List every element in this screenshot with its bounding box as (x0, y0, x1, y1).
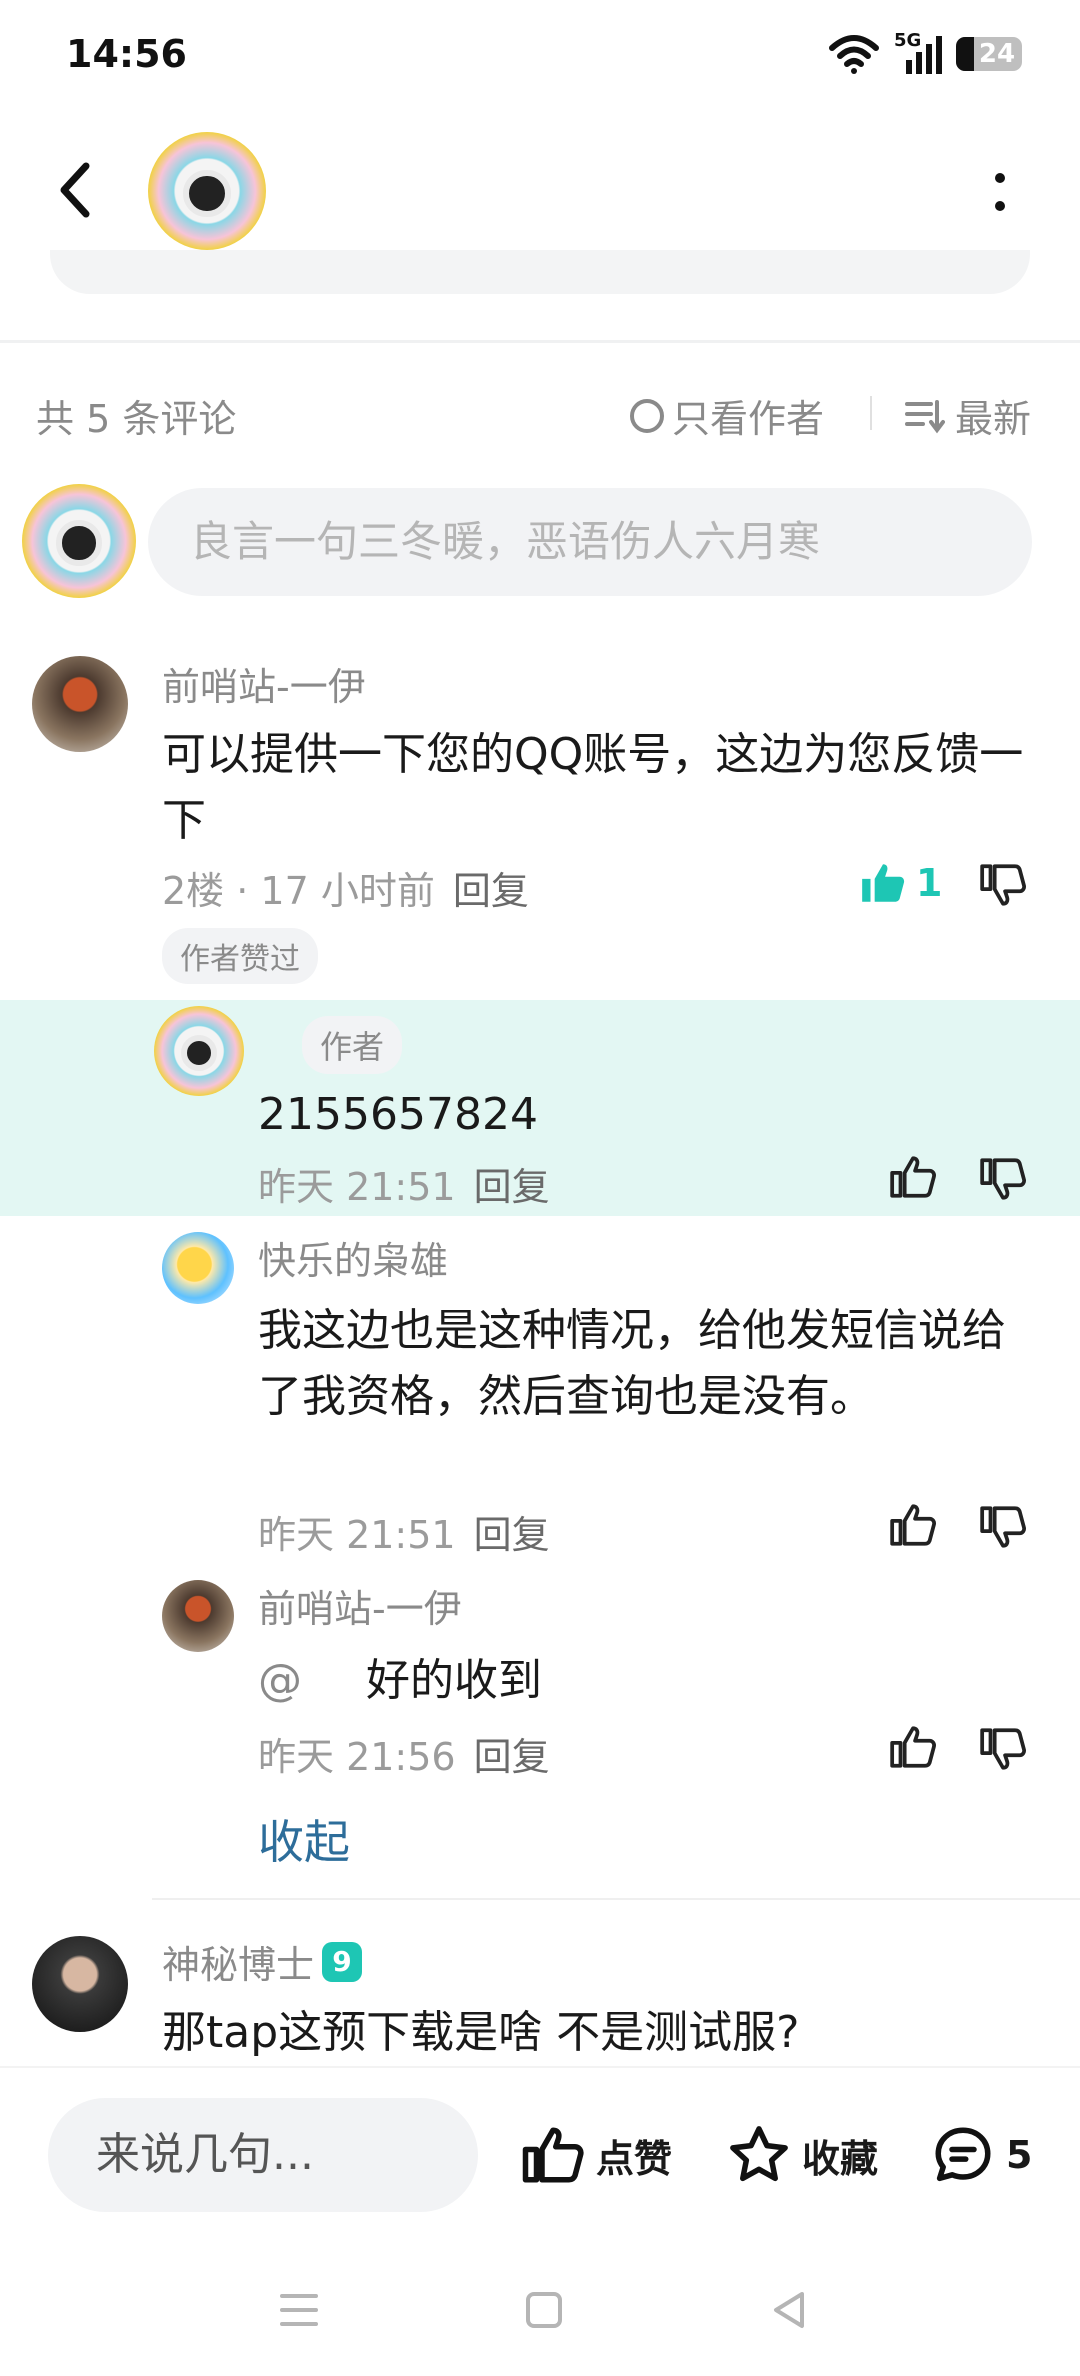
avatar[interactable] (162, 1580, 234, 1652)
divider (0, 340, 1080, 343)
bottom-comment-input[interactable]: 来说几句... (48, 2098, 478, 2212)
status-icons: 5G 24 (828, 30, 1022, 74)
chevron-left-icon[interactable] (56, 160, 96, 220)
reply-meta: 昨天 21:56 回复 (258, 1726, 550, 1781)
favorite-label: 收藏 (802, 2136, 879, 2181)
reply-button[interactable]: 回复 (453, 869, 529, 913)
reply-button[interactable]: 回复 (474, 1513, 550, 1557)
collapse-replies-button[interactable]: 收起 (258, 1806, 350, 1872)
thumbs-down-icon[interactable] (978, 1502, 1028, 1552)
like-button[interactable]: 1 (858, 858, 942, 908)
comment-username-text: 神秘博士 (162, 1943, 315, 1987)
reply-meta: 昨天 21:51 回复 (258, 1156, 550, 1211)
reply-text: 我这边也是这种情况，给他发短信说给了我资格，然后查询也是没有。 (258, 1305, 1006, 1422)
level-badge: 9 (322, 1941, 363, 1982)
mention[interactable]: @ (258, 1655, 302, 1706)
battery-icon: 24 (956, 37, 1022, 71)
reply-button[interactable]: 回复 (474, 1165, 550, 1209)
thumbs-up-icon (522, 2127, 584, 2183)
wifi-icon (829, 35, 879, 74)
star-icon (730, 2126, 788, 2182)
signal-icon: 5G (894, 30, 942, 74)
thumbs-up-icon[interactable] (888, 1152, 938, 1202)
comment-username[interactable]: 神秘博士 9 (162, 1934, 363, 1989)
status-time: 14:56 (66, 32, 187, 76)
reply-text: 2155657824 (258, 1089, 538, 1140)
only-author-label: 只看作者 (672, 397, 825, 441)
reply-text: @ 好的收到 (258, 1648, 542, 1714)
battery-level: 24 (978, 39, 1016, 69)
comment-meta: 2楼 · 17 小时前 回复 (162, 860, 529, 915)
like-count: 1 (916, 861, 943, 905)
home-icon[interactable] (524, 2290, 564, 2330)
reply-username[interactable]: 前哨站-一伊 (258, 1578, 462, 1633)
reply-time: 昨天 21:56 (258, 1735, 456, 1779)
reply-time: 昨天 21:51 (258, 1165, 456, 1209)
author-liked-badge: 作者赞过 (162, 928, 318, 984)
reply-username[interactable]: 快乐的枭雄 (258, 1230, 448, 1285)
sort-label: 最新 (955, 397, 1032, 441)
comment-count: 共 5 条评论 (36, 397, 237, 441)
more-vertical-icon[interactable] (990, 170, 1010, 216)
favorite-button[interactable]: 收藏 (726, 2122, 878, 2188)
comment-text: 那tap这预下载是啥 不是测试服? (162, 2007, 800, 2058)
author-avatar[interactable] (148, 132, 266, 250)
comment-input[interactable]: 良言一句三冬暖，恶语伤人六月寒 (148, 488, 1032, 596)
thumbs-down-icon[interactable] (978, 860, 1028, 910)
network-type: 5G (894, 30, 922, 51)
comment-username[interactable]: 前哨站-一伊 (162, 656, 366, 711)
like-post-button[interactable]: 点赞 (520, 2122, 672, 2188)
thumbs-up-filled-icon (862, 864, 905, 902)
like-label: 点赞 (596, 2136, 673, 2181)
sort-toggle[interactable]: 最新 (905, 388, 1031, 443)
thumbs-up-icon[interactable] (888, 1500, 938, 1550)
author-tag: 作者 (302, 1016, 403, 1074)
reply-body: 好的收到 (366, 1655, 542, 1706)
thumbs-down-icon[interactable] (978, 1724, 1028, 1774)
author-avatar[interactable] (154, 1006, 244, 1096)
sort-icon (905, 399, 945, 433)
separator (870, 396, 872, 430)
divider (152, 1898, 1080, 1900)
comment-bubble-icon (935, 2127, 991, 2182)
post-card-edge (50, 250, 1030, 294)
comment-count: 5 (1006, 2133, 1033, 2177)
comment-text: 可以提供一下您的QQ账号，这边为您反馈一下 (162, 729, 1024, 846)
avatar[interactable] (32, 656, 128, 752)
reply-time: 昨天 21:51 (258, 1513, 456, 1557)
back-triangle-icon[interactable] (768, 2288, 810, 2332)
radio-circle-icon (630, 398, 664, 433)
menu-icon[interactable] (278, 2290, 320, 2330)
my-avatar (22, 484, 136, 598)
reply-button[interactable]: 回复 (474, 1735, 550, 1779)
avatar[interactable] (32, 1936, 128, 2032)
thumbs-down-icon[interactable] (978, 1154, 1028, 1204)
comment-floor-time: 2楼 · 17 小时前 (162, 869, 435, 913)
only-author-toggle[interactable]: 只看作者 (630, 388, 824, 443)
reply-meta: 昨天 21:51 回复 (258, 1504, 550, 1559)
avatar[interactable] (162, 1232, 234, 1304)
thumbs-up-icon[interactable] (888, 1722, 938, 1772)
comments-button[interactable]: 5 (930, 2122, 1032, 2188)
